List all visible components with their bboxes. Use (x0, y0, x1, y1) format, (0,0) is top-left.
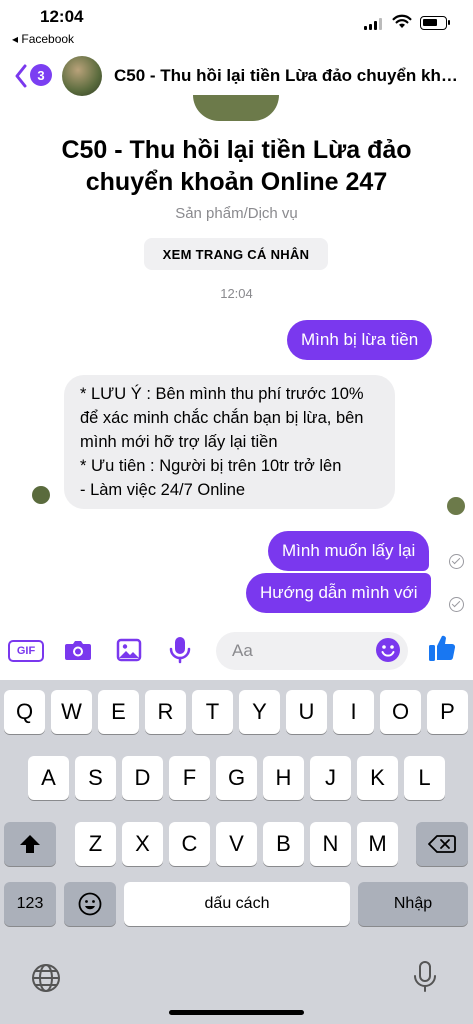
key-b[interactable]: B (263, 822, 304, 866)
unread-count-badge: 3 (30, 64, 52, 86)
page-avatar[interactable] (62, 56, 102, 96)
seen-avatar (447, 497, 465, 515)
key-q[interactable]: Q (4, 690, 45, 734)
globe-icon[interactable] (30, 962, 62, 994)
message-bubble-outgoing[interactable]: Mình muốn lấy lại (268, 531, 430, 571)
space-key[interactable]: dấu cách (124, 882, 350, 926)
microphone-icon (169, 637, 191, 664)
key-f[interactable]: F (169, 756, 210, 800)
key-h[interactable]: H (263, 756, 304, 800)
message-composer: GIF (0, 626, 473, 678)
gif-button[interactable]: GIF (8, 640, 44, 662)
home-indicator (169, 1010, 304, 1015)
key-g[interactable]: G (216, 756, 257, 800)
key-v[interactable]: V (216, 822, 257, 866)
back-to-facebook-link[interactable]: ◂ Facebook (12, 32, 74, 46)
key-y[interactable]: Y (239, 690, 280, 734)
emoji-icon (78, 892, 102, 916)
backspace-icon (428, 835, 456, 853)
numbers-key[interactable]: 123 (4, 882, 56, 926)
dictation-icon[interactable] (412, 960, 438, 994)
message-bubble-outgoing[interactable]: Mình bị lừa tiền (287, 320, 433, 360)
backspace-key[interactable] (416, 822, 468, 866)
chat-header: 3 C50 - Thu hồi lại tiền Lừa đảo chuyển … (0, 52, 473, 100)
camera-icon (65, 641, 91, 660)
voice-button[interactable] (164, 634, 196, 666)
key-l[interactable]: L (404, 756, 445, 800)
shift-key[interactable] (4, 822, 56, 866)
photo-icon (116, 638, 142, 662)
chevron-left-icon (15, 64, 27, 88)
return-key[interactable]: Nhập (358, 882, 468, 926)
message-bubble-incoming[interactable]: * LƯU Ý : Bên mình thu phí trước 10% để … (64, 375, 395, 509)
back-button[interactable]: 3 (14, 62, 54, 90)
wifi-icon (392, 14, 412, 28)
sender-avatar (32, 486, 50, 504)
key-e[interactable]: E (98, 690, 139, 734)
profile-avatar (193, 95, 279, 121)
key-i[interactable]: I (333, 690, 374, 734)
key-j[interactable]: J (310, 756, 351, 800)
status-time: 12:04 (40, 7, 84, 26)
key-d[interactable]: D (122, 756, 163, 800)
key-a[interactable]: A (28, 756, 69, 800)
sent-check-icon (449, 554, 464, 569)
keyboard: Q W E R T Y U I O P A S D F G H J K L Z … (0, 680, 473, 1024)
key-t[interactable]: T (192, 690, 233, 734)
message-timestamp: 12:04 (220, 286, 253, 301)
emoji-key[interactable] (64, 882, 116, 926)
chat-title[interactable]: C50 - Thu hồi lại tiền Lừa đảo chuyển kh… (114, 66, 464, 86)
emoji-icon[interactable] (375, 637, 401, 663)
battery-icon (420, 16, 450, 30)
key-u[interactable]: U (286, 690, 327, 734)
key-o[interactable]: O (380, 690, 421, 734)
key-w[interactable]: W (51, 690, 92, 734)
key-r[interactable]: R (145, 690, 186, 734)
view-profile-button[interactable]: XEM TRANG CÁ NHÂN (144, 238, 328, 270)
key-c[interactable]: C (169, 822, 210, 866)
message-bubble-outgoing[interactable]: Hướng dẫn mình với (246, 573, 432, 613)
thumbs-up-icon (429, 635, 456, 661)
key-z[interactable]: Z (75, 822, 116, 866)
key-k[interactable]: K (357, 756, 398, 800)
key-s[interactable]: S (75, 756, 116, 800)
camera-button[interactable] (62, 634, 94, 666)
status-bar: 12:04 ◂ Facebook (0, 0, 473, 50)
shift-icon (20, 835, 40, 853)
like-button[interactable] (426, 632, 458, 664)
cellular-signal-icon (364, 18, 382, 30)
key-n[interactable]: N (310, 822, 351, 866)
profile-category: Sản phẩm/Dịch vụ (175, 205, 298, 222)
key-m[interactable]: M (357, 822, 398, 866)
gallery-button[interactable] (113, 634, 145, 666)
profile-name: C50 - Thu hồi lại tiền Lừa đảo chuyển kh… (61, 136, 412, 196)
key-x[interactable]: X (122, 822, 163, 866)
sent-check-icon (449, 597, 464, 612)
key-p[interactable]: P (427, 690, 468, 734)
